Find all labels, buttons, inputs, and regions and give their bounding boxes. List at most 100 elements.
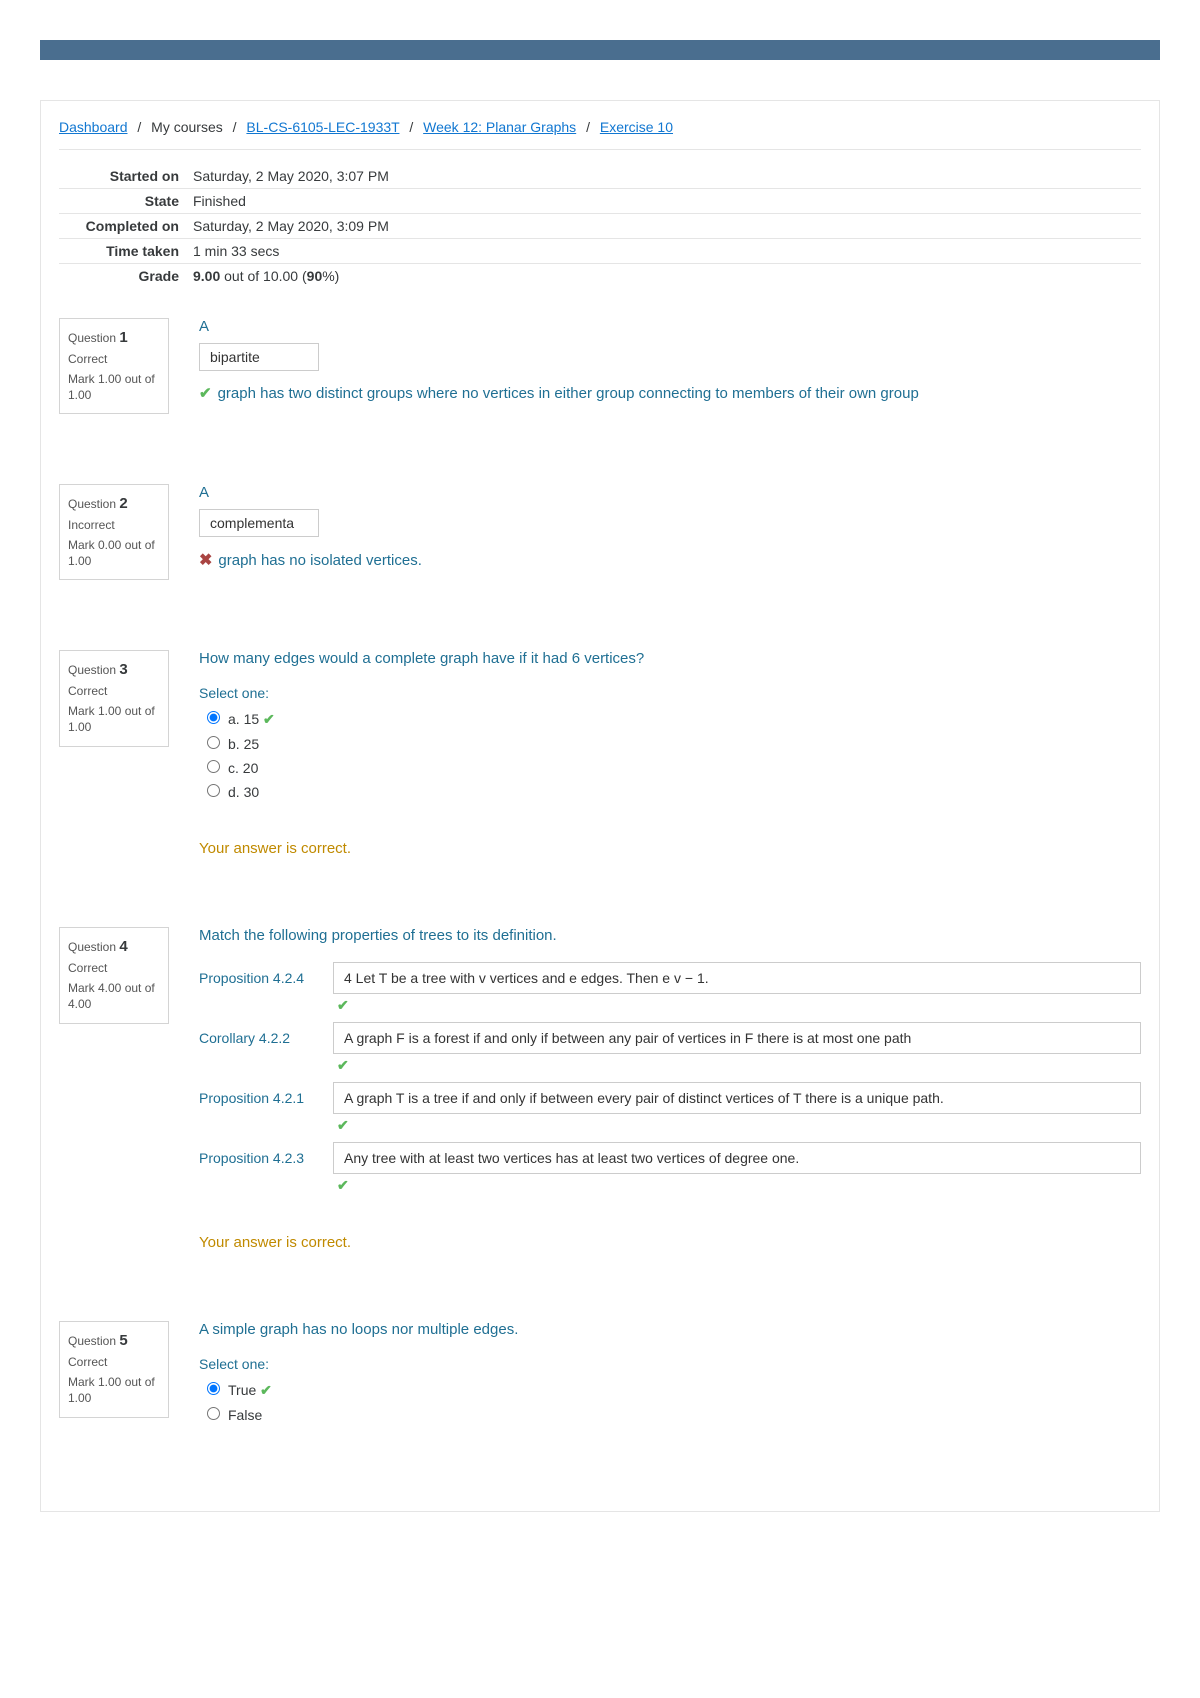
radio-a[interactable] xyxy=(207,711,220,724)
question-info: Question 1 Correct Mark 1.00 out of 1.00 xyxy=(59,318,169,414)
radio-false[interactable] xyxy=(207,1407,220,1420)
question-feedback: ✔graph has two distinct groups where no … xyxy=(199,384,1141,402)
question-number: 5 xyxy=(119,1332,127,1349)
check-icon: ✔ xyxy=(260,1382,272,1398)
match-value-wrap: 4 Let T be a tree with v vertices and e … xyxy=(333,962,1141,1014)
summary-value-state: Finished xyxy=(189,189,1141,214)
summary-value-completed: Saturday, 2 May 2020, 3:09 PM xyxy=(189,214,1141,239)
match-select[interactable]: Any tree with at least two vertices has … xyxy=(333,1142,1141,1174)
option-label: True xyxy=(228,1382,256,1398)
option-label: d. 30 xyxy=(228,784,259,800)
summary-value-started: Saturday, 2 May 2020, 3:07 PM xyxy=(189,164,1141,189)
question-block-4: Question 4 Correct Mark 4.00 out of 4.00… xyxy=(59,927,1141,1251)
select-prompt: Select one: xyxy=(199,685,1141,701)
question-content: A bipartite ✔graph has two distinct grou… xyxy=(199,318,1141,414)
breadcrumb-week[interactable]: Week 12: Planar Graphs xyxy=(423,119,576,135)
radio-b[interactable] xyxy=(207,736,220,749)
select-prompt: Select one: xyxy=(199,1356,1141,1372)
grade-percent: 90 xyxy=(307,268,323,284)
match-select[interactable]: 4 Let T be a tree with v vertices and e … xyxy=(333,962,1141,994)
summary-label-started: Started on xyxy=(59,164,189,189)
breadcrumb-activity[interactable]: Exercise 10 xyxy=(600,119,673,135)
summary-label-grade: Grade xyxy=(59,264,189,289)
summary-label-state: State xyxy=(59,189,189,214)
question-state: Correct xyxy=(68,352,160,366)
radio-c[interactable] xyxy=(207,760,220,773)
option-label: b. 25 xyxy=(228,736,259,752)
breadcrumb-dashboard[interactable]: Dashboard xyxy=(59,119,128,135)
breadcrumb-sep: / xyxy=(409,119,413,135)
match-select[interactable]: A graph F is a forest if and only if bet… xyxy=(333,1022,1141,1054)
answer-select[interactable]: bipartite xyxy=(199,343,319,371)
question-state: Correct xyxy=(68,961,160,975)
question-block-5: Question 5 Correct Mark 1.00 out of 1.00… xyxy=(59,1321,1141,1431)
radio-d[interactable] xyxy=(207,784,220,797)
answer-select[interactable]: complementa xyxy=(199,509,319,537)
check-icon: ✔ xyxy=(337,997,1141,1014)
option-label: a. 15 xyxy=(228,711,259,727)
question-state: Incorrect xyxy=(68,518,160,532)
breadcrumb-mycourses: My courses xyxy=(151,119,223,135)
match-label: Corollary 4.2.2 xyxy=(199,1022,309,1046)
feedback-correct: Your answer is correct. xyxy=(199,840,1141,857)
check-icon: ✔ xyxy=(337,1177,1141,1194)
breadcrumb-course[interactable]: BL-CS-6105-LEC-1933T xyxy=(246,119,399,135)
summary-label-completed: Completed on xyxy=(59,214,189,239)
question-info: Question 2 Incorrect Mark 0.00 out of 1.… xyxy=(59,484,169,580)
question-word: Question xyxy=(68,1334,119,1348)
question-mark: Mark 1.00 out of 1.00 xyxy=(68,1375,160,1406)
option-b[interactable]: b. 25 xyxy=(207,736,1141,752)
question-state: Correct xyxy=(68,684,160,698)
question-prefix: A xyxy=(199,484,1141,501)
match-select[interactable]: A graph T is a tree if and only if betwe… xyxy=(333,1082,1141,1114)
option-true[interactable]: True ✔ xyxy=(207,1382,1141,1399)
feedback-text: graph has no isolated vertices. xyxy=(218,552,421,569)
summary-label-time: Time taken xyxy=(59,239,189,264)
breadcrumb-sep: / xyxy=(137,119,141,135)
match-row: Proposition 4.2.1 A graph T is a tree if… xyxy=(199,1082,1141,1134)
question-word: Question xyxy=(68,331,119,345)
feedback-text: graph has two distinct groups where no v… xyxy=(218,385,919,402)
option-a[interactable]: a. 15 ✔ xyxy=(207,711,1141,728)
breadcrumb: Dashboard / My courses / BL-CS-6105-LEC-… xyxy=(59,119,1141,150)
question-state: Correct xyxy=(68,1355,160,1369)
answer-options: True ✔ False xyxy=(207,1382,1141,1423)
question-mark: Mark 1.00 out of 1.00 xyxy=(68,372,160,403)
question-info: Question 3 Correct Mark 1.00 out of 1.00 xyxy=(59,650,169,746)
match-label: Proposition 4.2.4 xyxy=(199,962,309,986)
question-mark: Mark 0.00 out of 1.00 xyxy=(68,538,160,569)
question-content: How many edges would a complete graph ha… xyxy=(199,650,1141,857)
attempt-summary-table: Started on Saturday, 2 May 2020, 3:07 PM… xyxy=(59,164,1141,288)
question-text: Match the following properties of trees … xyxy=(199,927,1141,944)
question-content: Match the following properties of trees … xyxy=(199,927,1141,1251)
breadcrumb-sep: / xyxy=(233,119,237,135)
match-value-wrap: A graph T is a tree if and only if betwe… xyxy=(333,1082,1141,1134)
header-band xyxy=(40,40,1160,60)
question-info: Question 5 Correct Mark 1.00 out of 1.00 xyxy=(59,1321,169,1417)
question-word: Question xyxy=(68,663,119,677)
grade-score: 9.00 xyxy=(193,268,220,284)
radio-true[interactable] xyxy=(207,1382,220,1395)
question-mark: Mark 4.00 out of 4.00 xyxy=(68,981,160,1012)
question-block-1: Question 1 Correct Mark 1.00 out of 1.00… xyxy=(59,318,1141,414)
question-mark: Mark 1.00 out of 1.00 xyxy=(68,704,160,735)
question-text: How many edges would a complete graph ha… xyxy=(199,650,1141,667)
summary-value-grade: 9.00 out of 10.00 (90%) xyxy=(189,264,1141,289)
match-label: Proposition 4.2.1 xyxy=(199,1082,309,1106)
option-false[interactable]: False xyxy=(207,1407,1141,1423)
question-feedback: ✖graph has no isolated vertices. xyxy=(199,550,1141,570)
question-number: 1 xyxy=(119,329,127,346)
question-number: 4 xyxy=(119,938,127,955)
option-c[interactable]: c. 20 xyxy=(207,760,1141,776)
option-d[interactable]: d. 30 xyxy=(207,784,1141,800)
question-number: 3 xyxy=(119,661,127,678)
question-word: Question xyxy=(68,940,119,954)
question-text: A simple graph has no loops nor multiple… xyxy=(199,1321,1141,1338)
match-row: Corollary 4.2.2 A graph F is a forest if… xyxy=(199,1022,1141,1074)
match-row: Proposition 4.2.3 Any tree with at least… xyxy=(199,1142,1141,1194)
match-value-wrap: A graph F is a forest if and only if bet… xyxy=(333,1022,1141,1074)
question-content: A complementa ✖graph has no isolated ver… xyxy=(199,484,1141,580)
question-block-2: Question 2 Incorrect Mark 0.00 out of 1.… xyxy=(59,484,1141,580)
question-content: A simple graph has no loops nor multiple… xyxy=(199,1321,1141,1431)
quiz-review-region: Dashboard / My courses / BL-CS-6105-LEC-… xyxy=(40,100,1160,1512)
